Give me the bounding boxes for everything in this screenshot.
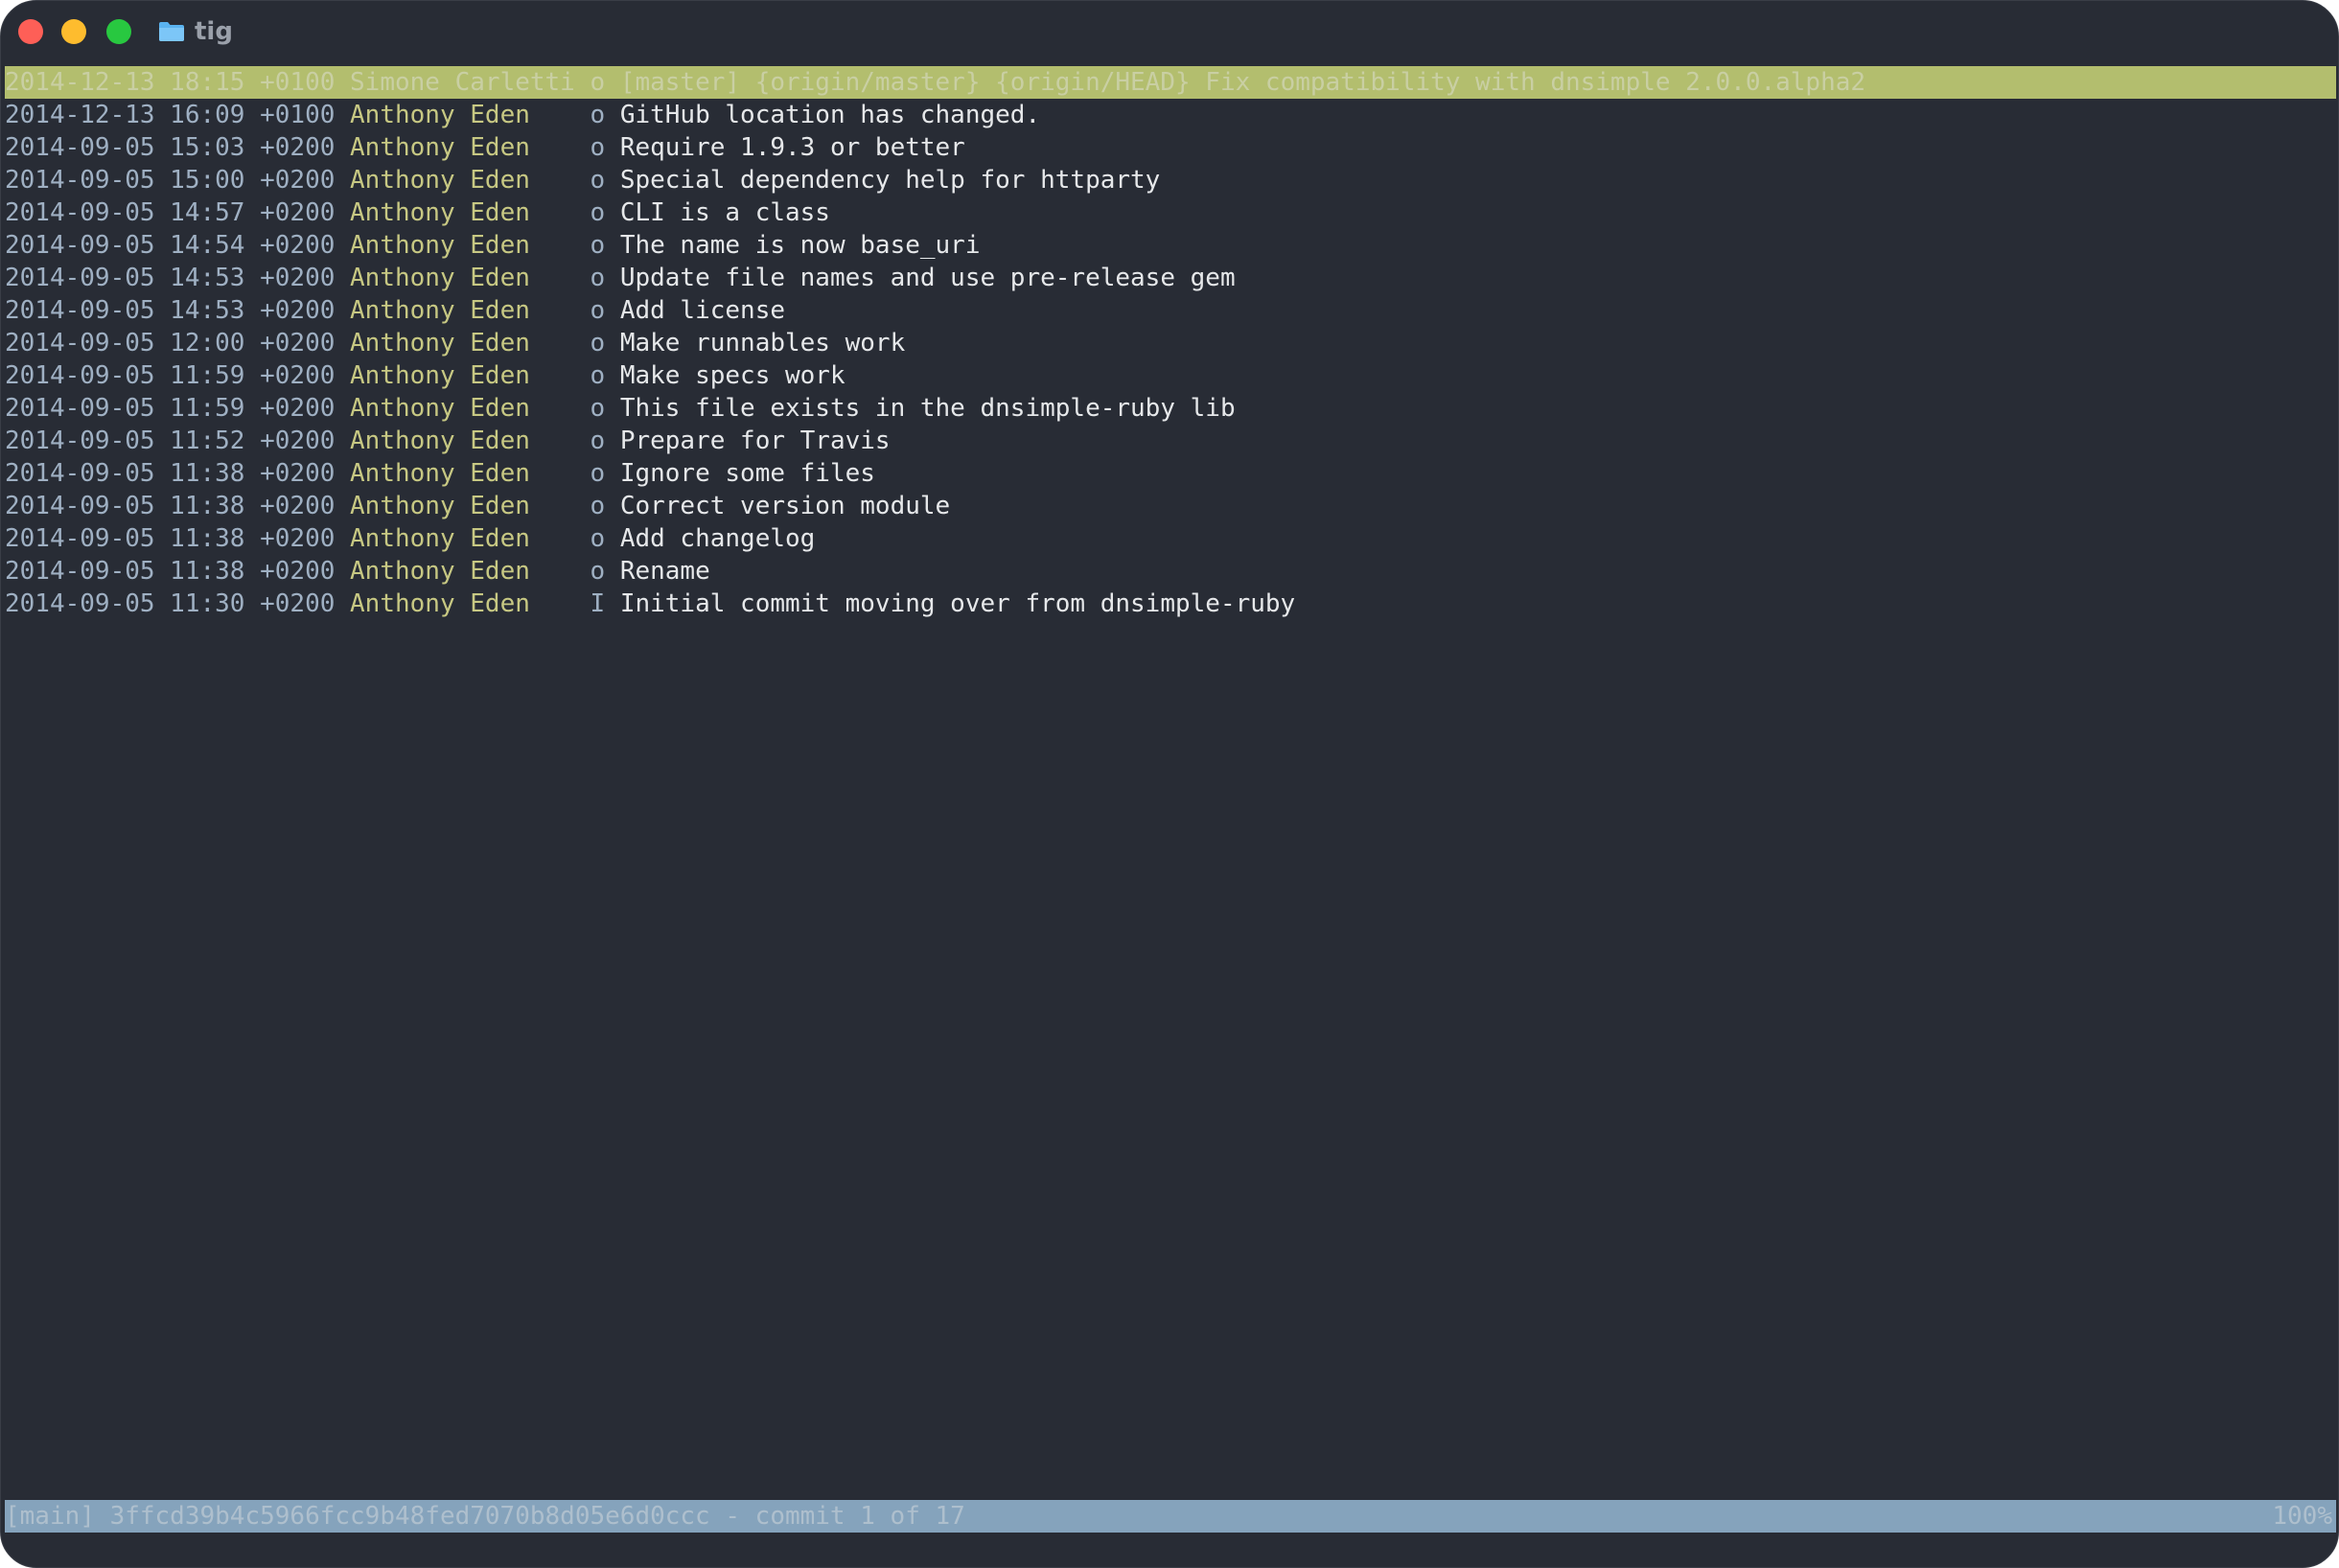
- folder-icon: [159, 22, 184, 41]
- commit-graph: o: [590, 296, 606, 325]
- commit-graph: o: [590, 166, 606, 195]
- commit-date: 2014-09-05 11:59 +0200: [5, 394, 336, 423]
- commit-message: GitHub location has changed.: [619, 101, 1041, 129]
- commit-row[interactable]: 2014-09-05 14:53 +0200 Anthony Eden o Ad…: [5, 294, 2336, 327]
- status-percent: 100%: [2272, 1502, 2332, 1531]
- commit-row[interactable]: 2014-09-05 11:38 +0200 Anthony Eden o Co…: [5, 490, 2336, 522]
- window-title-text: tig: [195, 17, 233, 46]
- commit-date: 2014-09-05 11:38 +0200: [5, 492, 336, 520]
- commit-message: Initial commit moving over from dnsimple…: [619, 589, 1296, 618]
- commit-row[interactable]: 2014-09-05 14:54 +0200 Anthony Eden o Th…: [5, 229, 2336, 262]
- commit-message: Rename: [619, 557, 710, 586]
- commit-row[interactable]: 2014-09-05 11:52 +0200 Anthony Eden o Pr…: [5, 425, 2336, 457]
- commit-row[interactable]: 2014-09-05 11:59 +0200 Anthony Eden o Ma…: [5, 359, 2336, 392]
- commit-author: Anthony Eden: [350, 361, 530, 390]
- commit-graph: o: [590, 329, 606, 357]
- commit-date: 2014-09-05 14:53 +0200: [5, 296, 336, 325]
- commit-graph: o: [590, 459, 606, 488]
- title-bar[interactable]: tig: [1, 1, 2338, 62]
- commit-message: Require 1.9.3 or better: [619, 133, 965, 162]
- commit-row[interactable]: 2014-09-05 15:00 +0200 Anthony Eden o Sp…: [5, 164, 2336, 196]
- commit-date: 2014-09-05 11:38 +0200: [5, 524, 336, 553]
- commit-row[interactable]: 2014-09-05 11:30 +0200 Anthony Eden I In…: [5, 588, 2336, 620]
- commit-graph: I: [590, 589, 606, 618]
- commit-author: Anthony Eden: [350, 459, 530, 488]
- commit-author: Anthony Eden: [350, 101, 530, 129]
- commit-date: 2014-12-13 16:09 +0100: [5, 101, 336, 129]
- commit-graph: o: [590, 198, 606, 227]
- commit-message: CLI is a class: [619, 198, 830, 227]
- minimize-button[interactable]: [61, 19, 86, 44]
- commit-message: Make runnables work: [619, 329, 906, 357]
- commit-author: Anthony Eden: [350, 492, 530, 520]
- commit-row[interactable]: 2014-09-05 11:38 +0200 Anthony Eden o Ad…: [5, 522, 2336, 555]
- commit-message: Special dependency help for httparty: [619, 166, 1161, 195]
- commit-message: Update file names and use pre-release ge…: [619, 264, 1236, 292]
- commit-author: Anthony Eden: [350, 166, 530, 195]
- commit-date: 2014-09-05 11:52 +0200: [5, 427, 336, 455]
- commit-graph: o: [590, 427, 606, 455]
- commit-date: 2014-12-13 18:15 +0100: [5, 68, 336, 97]
- commit-graph: o: [590, 361, 606, 390]
- commit-date: 2014-09-05 14:53 +0200: [5, 264, 336, 292]
- commit-message: Ignore some files: [619, 459, 875, 488]
- commit-row[interactable]: 2014-09-05 14:53 +0200 Anthony Eden o Up…: [5, 262, 2336, 294]
- commit-date: 2014-09-05 11:38 +0200: [5, 459, 336, 488]
- commit-message: Add changelog: [619, 524, 816, 553]
- commit-graph: o: [590, 557, 606, 586]
- commit-author: Anthony Eden: [350, 296, 530, 325]
- commit-row[interactable]: 2014-09-05 12:00 +0200 Anthony Eden o Ma…: [5, 327, 2336, 359]
- commit-graph: o: [590, 524, 606, 553]
- commit-message: Fix compatibility with dnsimple 2.0.0.al…: [1205, 68, 1866, 97]
- commit-message: Add license: [619, 296, 785, 325]
- commit-message: The name is now base_uri: [619, 231, 981, 260]
- commit-message: Make specs work: [619, 361, 845, 390]
- commit-message: Prepare for Travis: [619, 427, 891, 455]
- commit-author: Anthony Eden: [350, 394, 530, 423]
- commit-author: Anthony Eden: [350, 329, 530, 357]
- commit-date: 2014-09-05 15:00 +0200: [5, 166, 336, 195]
- commit-row[interactable]: 2014-09-05 15:03 +0200 Anthony Eden o Re…: [5, 131, 2336, 164]
- commit-row[interactable]: 2014-09-05 14:57 +0200 Anthony Eden o CL…: [5, 196, 2336, 229]
- commit-row[interactable]: 2014-12-13 18:15 +0100 Simone Carletti o…: [5, 66, 2336, 99]
- commit-row[interactable]: 2014-09-05 11:38 +0200 Anthony Eden o Re…: [5, 555, 2336, 588]
- commit-row[interactable]: 2014-09-05 11:59 +0200 Anthony Eden o Th…: [5, 392, 2336, 425]
- commit-author: Anthony Eden: [350, 589, 530, 618]
- commit-graph: o: [590, 264, 606, 292]
- commit-author: Anthony Eden: [350, 524, 530, 553]
- commit-row[interactable]: 2014-09-05 11:38 +0200 Anthony Eden o Ig…: [5, 457, 2336, 490]
- commit-refs: [master] {origin/master} {origin/HEAD}: [619, 68, 1191, 97]
- commit-graph: o: [590, 231, 606, 260]
- commit-date: 2014-09-05 15:03 +0200: [5, 133, 336, 162]
- commit-graph: o: [590, 68, 606, 97]
- commit-graph: o: [590, 394, 606, 423]
- commit-message: Correct version module: [619, 492, 951, 520]
- commit-graph: o: [590, 133, 606, 162]
- commit-author: Anthony Eden: [350, 198, 530, 227]
- commit-graph: o: [590, 101, 606, 129]
- commit-message: This file exists in the dnsimple-ruby li…: [619, 394, 1236, 423]
- commit-author: Anthony Eden: [350, 231, 530, 260]
- status-bar: [main] 3ffcd39b4c5966fcc9b48fed7070b8d05…: [5, 1500, 2336, 1533]
- window-title: tig: [158, 14, 233, 49]
- commit-author: Anthony Eden: [350, 133, 530, 162]
- commit-author: Anthony Eden: [350, 557, 530, 586]
- commit-author: Anthony Eden: [350, 427, 530, 455]
- zoom-button[interactable]: [106, 19, 131, 44]
- close-button[interactable]: [18, 19, 43, 44]
- commit-date: 2014-09-05 11:30 +0200: [5, 589, 336, 618]
- commit-graph: o: [590, 492, 606, 520]
- commit-author: Simone Carletti: [350, 68, 575, 97]
- terminal-window: tig 2014-12-13 18:15 +0100 Simone Carlet…: [0, 0, 2339, 1568]
- status-text: [main] 3ffcd39b4c5966fcc9b48fed7070b8d05…: [5, 1502, 965, 1531]
- commit-author: Anthony Eden: [350, 264, 530, 292]
- commit-date: 2014-09-05 11:59 +0200: [5, 361, 336, 390]
- commit-date: 2014-09-05 11:38 +0200: [5, 557, 336, 586]
- commit-list[interactable]: 2014-12-13 18:15 +0100 Simone Carletti o…: [5, 66, 2336, 620]
- commit-date: 2014-09-05 14:57 +0200: [5, 198, 336, 227]
- commit-row[interactable]: 2014-12-13 16:09 +0100 Anthony Eden o Gi…: [5, 99, 2336, 131]
- commit-date: 2014-09-05 12:00 +0200: [5, 329, 336, 357]
- commit-date: 2014-09-05 14:54 +0200: [5, 231, 336, 260]
